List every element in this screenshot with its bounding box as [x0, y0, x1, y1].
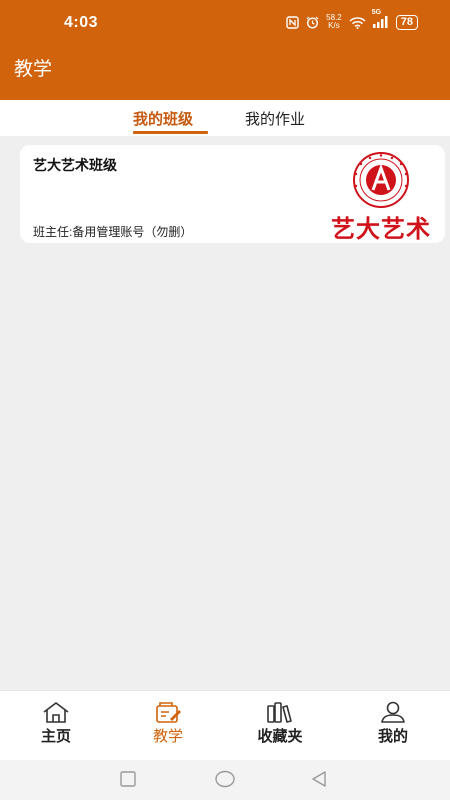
network-speed: 58.2 K/s — [326, 13, 342, 30]
bottom-nav: 主页 教学 收藏夹 我的 — [0, 690, 450, 760]
system-nav-bar — [0, 760, 450, 800]
status-icons: 58.2 K/s 5G 78 — [286, 9, 418, 30]
back-icon[interactable] — [310, 770, 328, 788]
recent-apps-icon[interactable] — [119, 770, 137, 788]
tab-my-classes[interactable]: 我的班级 — [133, 108, 193, 129]
nav-home-label: 主页 — [40, 728, 71, 745]
home-button-icon[interactable] — [215, 770, 235, 788]
nav-favorites[interactable]: 收藏夹 — [224, 691, 336, 761]
nav-profile[interactable]: 我的 — [336, 691, 450, 761]
nav-teaching-label: 教学 — [152, 728, 183, 745]
profile-icon — [381, 701, 405, 723]
teaching-icon — [156, 702, 181, 723]
nav-home[interactable]: 主页 — [0, 691, 112, 761]
signal-icon: 5G — [372, 9, 389, 28]
alarm-icon — [306, 16, 319, 29]
wifi-icon — [349, 16, 366, 29]
class-name: 艺大艺术班级 — [33, 157, 117, 173]
logo-text: 艺大艺术 — [331, 215, 431, 243]
nfc-icon — [286, 15, 299, 29]
app-header: 教学 — [0, 46, 450, 100]
nav-favorites-label: 收藏夹 — [257, 728, 303, 745]
status-time: 4:03 — [64, 14, 99, 31]
page-title: 教学 — [14, 59, 53, 80]
battery-indicator: 78 — [395, 14, 418, 30]
tab-my-homework[interactable]: 我的作业 — [245, 108, 305, 129]
class-teacher: 班主任:备用管理账号（勿删） — [33, 225, 193, 239]
nav-teaching[interactable]: 教学 — [112, 691, 224, 761]
nav-profile-label: 我的 — [377, 728, 408, 745]
class-card[interactable]: 艺大艺术班级 班主任:备用管理账号（勿删） 艺大艺术 — [20, 145, 445, 243]
tab-bar: 我的班级 我的作业 — [0, 100, 450, 136]
home-icon — [43, 702, 69, 723]
school-logo: 艺大艺术 — [318, 151, 444, 243]
favorites-icon — [267, 702, 292, 723]
status-bar: 4:03 58.2 K/s 5G 78 — [0, 0, 450, 46]
school-emblem-icon — [353, 152, 409, 208]
active-tab-indicator — [133, 131, 208, 134]
